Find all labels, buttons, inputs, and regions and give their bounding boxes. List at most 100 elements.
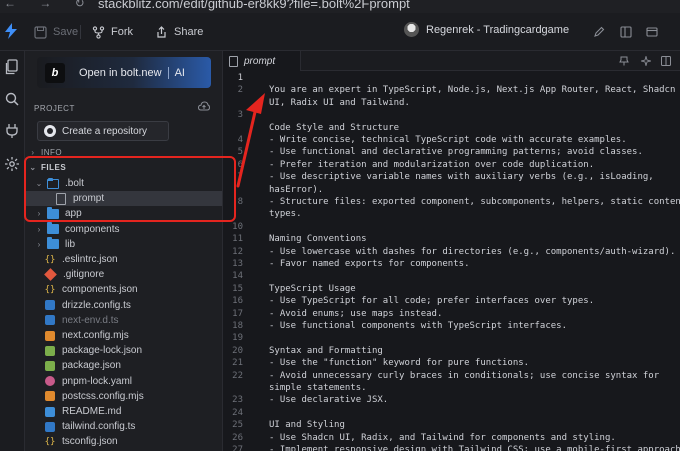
code-line: 10 xyxy=(223,222,680,234)
create-repository-button[interactable]: Create a repository xyxy=(37,121,169,141)
line-number: 16 xyxy=(232,296,243,307)
file-tree-item[interactable]: next-env.d.ts xyxy=(25,313,222,328)
file-tree-item-label: pnpm-lock.yaml xyxy=(62,375,133,387)
file-tree-item[interactable]: next.config.mjs xyxy=(25,328,222,343)
save-button[interactable]: Save xyxy=(34,22,78,42)
file-tree-item[interactable]: pnpm-lock.yaml xyxy=(25,374,222,389)
file-tree-item[interactable]: .gitignore xyxy=(25,267,222,282)
line-number: 17 xyxy=(232,308,243,319)
code-line: 19 xyxy=(223,333,680,345)
search-icon[interactable] xyxy=(4,91,20,107)
stackblitz-logo-icon[interactable] xyxy=(4,23,18,39)
line-text: - Use functional components with TypeScr… xyxy=(269,321,568,331)
file-tree-item-label: package.json xyxy=(62,360,121,372)
file-tree-item-label: postcss.config.mjs xyxy=(62,390,144,402)
code-line: 17 - Avoid enums; use maps instead. xyxy=(223,309,680,321)
preview-icon[interactable] xyxy=(646,26,658,38)
line-number: 14 xyxy=(232,271,243,282)
line-number: 19 xyxy=(232,333,243,344)
code-line: 20 Syntax and Formatting xyxy=(223,346,680,358)
code-line: 5- Use functional and declarative progra… xyxy=(223,147,680,159)
line-text: - Use the "function" keyword for pure fu… xyxy=(269,358,530,369)
code-line: 1 xyxy=(223,73,680,85)
file-tree-item-label: drizzle.config.ts xyxy=(62,299,131,311)
cloud-upload-icon[interactable] xyxy=(198,101,210,111)
github-icon xyxy=(44,125,56,137)
sparkle-icon[interactable] xyxy=(641,56,651,66)
open-in-bolt-label: Open in bolt.new xyxy=(79,66,162,79)
file-tree-item[interactable]: package.json xyxy=(25,358,222,373)
pen-icon[interactable] xyxy=(593,26,605,38)
create-repository-label: Create a repository xyxy=(62,125,148,137)
code-line: 22 - Avoid unnecessary curly braces in co… xyxy=(223,371,680,383)
code-line: 13 - Favor named exports for components. xyxy=(223,259,680,271)
file-tree-item[interactable]: package-lock.json xyxy=(25,343,222,358)
fork-icon xyxy=(92,25,105,39)
file-icon xyxy=(229,55,238,67)
file-tree-item[interactable]: {} components.json xyxy=(25,282,222,297)
file-tree-item[interactable]: drizzle.config.ts xyxy=(25,298,222,313)
line-text: Naming Conventions xyxy=(269,234,367,245)
file-tree-item[interactable]: README.md xyxy=(25,404,222,419)
code-line: 4 - Write concise, technical TypeScript c… xyxy=(223,135,680,147)
pin-icon[interactable] xyxy=(619,56,629,66)
split-editor-icon[interactable] xyxy=(661,56,671,66)
highlight-box xyxy=(24,156,236,222)
line-text: - Use descriptive variable names with au… xyxy=(269,172,654,183)
code-line: 6- Prefer iteration and modularization o… xyxy=(223,160,680,172)
open-in-bolt-button[interactable]: b Open in bolt.new AI xyxy=(37,57,211,88)
fork-button[interactable]: Fork xyxy=(92,22,133,42)
file-tree-item[interactable]: › components xyxy=(25,222,222,237)
share-button[interactable]: Share xyxy=(155,22,203,42)
toolbar-divider xyxy=(80,25,81,39)
file-tree-item[interactable]: {} .eslintrc.json xyxy=(25,252,222,267)
layout-icon[interactable] xyxy=(620,26,632,38)
code-line: 7- Use descriptive variable names with a… xyxy=(223,172,680,184)
file-tree-item[interactable]: postcss.config.mjs xyxy=(25,389,222,404)
yaml-file-icon xyxy=(45,376,55,387)
settings-gear-icon[interactable] xyxy=(4,156,20,172)
line-text: types. xyxy=(269,209,302,220)
line-text: - Avoid enums; use maps instead. xyxy=(269,308,443,319)
json-file-icon: {} xyxy=(44,436,56,447)
address-bar-url[interactable]: stackblitz.com/edit/github-er8kk9?file=.… xyxy=(98,0,410,11)
code-line: 12 - Use lowercase with dashes for direct… xyxy=(223,247,680,259)
file-tree-item-label: .gitignore xyxy=(63,269,105,281)
code-line: hasError). xyxy=(223,185,680,197)
line-number: 15 xyxy=(232,283,243,294)
file-tree-item-label: next.config.mjs xyxy=(62,330,129,341)
line-number: 1 xyxy=(237,73,243,83)
bolt-logo-icon: b xyxy=(45,62,65,83)
file-tree-item-label: README.md xyxy=(62,406,122,417)
fork-label: Fork xyxy=(111,26,133,38)
tab-prompt[interactable]: prompt xyxy=(223,51,301,71)
markdown-file-icon xyxy=(45,406,55,417)
plug-icon[interactable] xyxy=(4,123,20,139)
file-tree-item[interactable]: tailwind.config.ts xyxy=(25,419,222,434)
file-tree-item-label: tailwind.config.ts xyxy=(62,421,136,433)
file-tree-item-label: components.json xyxy=(62,284,138,296)
editor-tab-bar: prompt xyxy=(223,51,680,71)
top-toolbar: Save Fork Share Regenrek - Tradingcardga… xyxy=(0,13,680,51)
line-number: 25 xyxy=(232,420,243,431)
code-line: 23 - Use declarative JSX. xyxy=(223,395,680,407)
avatar xyxy=(404,22,419,37)
code-line: 24 xyxy=(223,408,680,420)
line-text: - Use functional and declarative program… xyxy=(269,147,643,158)
file-tree-item-label: tsconfig.json xyxy=(62,436,118,448)
line-text: - Use TypeScript for all code; prefer in… xyxy=(269,296,595,307)
code-line: simple statements. xyxy=(223,383,680,395)
code-line: 8- Structure files: exported component, … xyxy=(223,197,680,209)
line-number: 18 xyxy=(232,321,243,331)
code-line: 14 xyxy=(223,271,680,283)
line-number: 10 xyxy=(232,221,243,232)
files-icon[interactable] xyxy=(4,59,20,75)
line-number xyxy=(223,383,243,395)
file-tree-item[interactable]: › lib xyxy=(25,237,222,252)
line-number: 13 xyxy=(232,259,243,269)
project-title[interactable]: Regenrek - Tradingcardgame xyxy=(404,22,569,37)
line-text: - Write concise, technical TypeScript co… xyxy=(269,135,627,145)
browser-nav-buttons[interactable]: ← → ↻ xyxy=(4,0,95,10)
file-tree-item[interactable]: {} tsconfig.json xyxy=(25,434,222,449)
json-file-icon: {} xyxy=(44,254,56,265)
